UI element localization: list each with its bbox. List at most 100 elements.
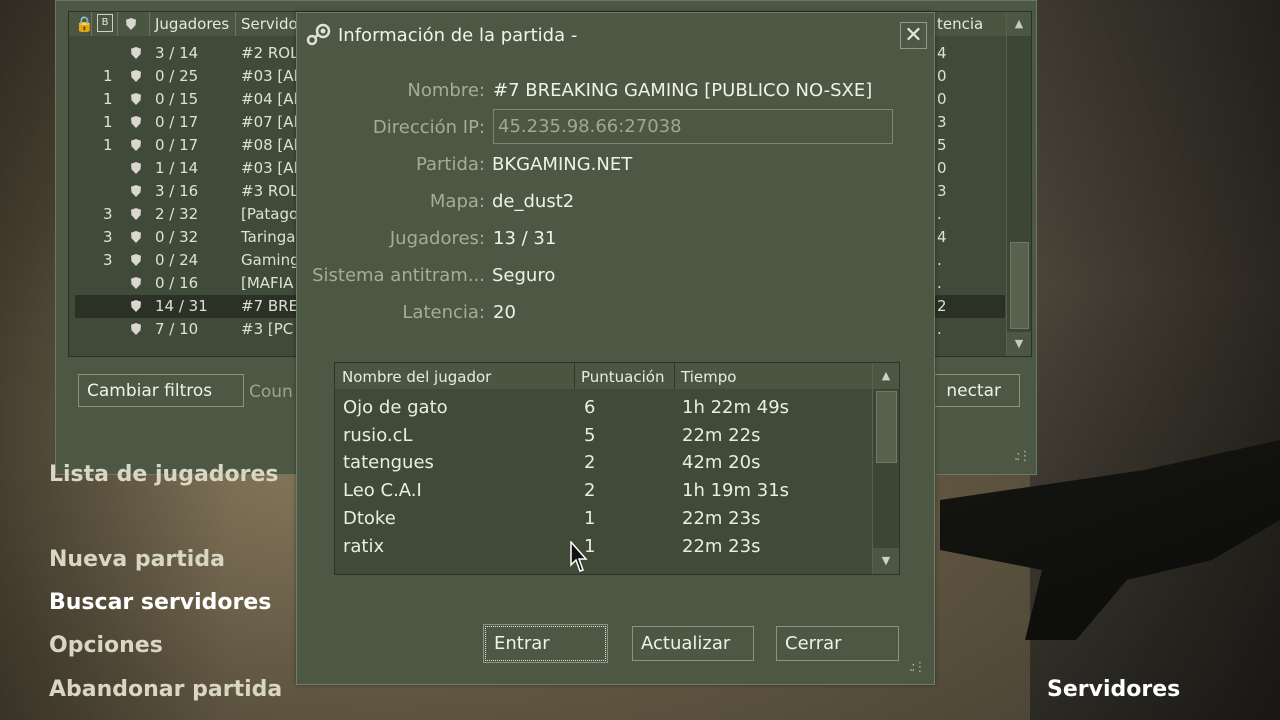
player-row[interactable]: tatengues 2 42m 20s	[335, 448, 873, 476]
server-name: #07 [Al	[241, 113, 298, 131]
scroll-down-arrow-icon[interactable]: ▼	[873, 548, 899, 574]
bots-count: 3	[103, 205, 113, 223]
anticheat-label: Sistema antitram...	[312, 265, 485, 286]
menu-leave-game[interactable]: Abandonar partida	[49, 677, 282, 702]
scroll-thumb[interactable]	[1010, 242, 1029, 329]
game-info-dialog: Información de la partida - ✕ Nombre: #7…	[296, 12, 935, 685]
player-time: 22m 22s	[682, 424, 761, 446]
servers-label: Servidores	[1047, 677, 1181, 702]
player-name-column-header[interactable]: Nombre del jugador	[342, 368, 491, 386]
secure-shield-icon	[131, 47, 141, 59]
ip-address-label: Dirección IP:	[372, 117, 485, 138]
players-value: 13 / 31	[493, 228, 557, 249]
players-count: 0 / 16	[155, 274, 199, 292]
server-list-scrollbar[interactable]: ▲ ▼	[1006, 12, 1031, 356]
latency-column-header[interactable]: tencia	[937, 15, 983, 33]
scroll-down-arrow-icon[interactable]: ▼	[1007, 332, 1031, 356]
player-row[interactable]: rusio.cL 5 22m 22s	[335, 421, 873, 449]
server-name: #3 ROL	[241, 182, 299, 200]
menu-find-servers[interactable]: Buscar servidores	[49, 590, 271, 615]
secure-shield-icon	[131, 162, 141, 174]
player-list-header: Nombre del jugador Puntuación Tiempo	[335, 363, 873, 389]
refresh-button[interactable]: Actualizar	[632, 626, 754, 661]
server-name: [Patago	[241, 205, 299, 223]
server-name: #04 [Al	[241, 90, 298, 108]
bots-count: 1	[103, 113, 113, 131]
player-row[interactable]: Dtoke 1 22m 23s	[335, 504, 873, 532]
players-count: 2 / 32	[155, 205, 199, 223]
player-row[interactable]: ratix 1 22m 23s	[335, 532, 873, 560]
map-label: Mapa:	[429, 191, 485, 212]
bots-count: 1	[103, 136, 113, 154]
bots-count: 3	[103, 228, 113, 246]
server-name: #03 [Al	[241, 67, 298, 85]
resize-grip-icon[interactable]: .:⋮	[1014, 449, 1031, 464]
secure-shield-icon	[131, 70, 141, 82]
player-list-scrollbar[interactable]: ▲ ▼	[872, 363, 899, 574]
mouse-cursor-icon	[570, 541, 588, 572]
latency-value: 20	[493, 302, 516, 323]
join-button[interactable]: Entrar	[483, 624, 608, 663]
players-count: 0 / 32	[155, 228, 199, 246]
time-column-header[interactable]: Tiempo	[681, 368, 736, 386]
players-label: Jugadores:	[389, 228, 485, 249]
player-time: 1h 22m 49s	[682, 397, 790, 418]
player-score: 5	[584, 424, 596, 446]
connect-button[interactable]: nectar	[924, 374, 1020, 407]
players-count: 0 / 25	[155, 67, 199, 85]
server-name: Gaming	[241, 251, 299, 269]
players-column-header[interactable]: Jugadores	[155, 15, 229, 33]
player-row[interactable]: Leo C.A.I 2 1h 19m 31s	[335, 476, 873, 504]
close-button[interactable]: Cerrar	[776, 626, 899, 661]
bots-column-icon[interactable]: B	[97, 14, 113, 32]
score-column-header[interactable]: Puntuación	[581, 368, 664, 386]
latency: 4	[937, 228, 947, 246]
change-filters-button[interactable]: Cambiar filtros	[78, 374, 244, 407]
player-name: Ojo de gato	[343, 397, 448, 418]
server-name: Taringa	[241, 228, 296, 246]
ip-address-field[interactable]: 45.235.98.66:27038	[493, 109, 893, 144]
player-time: 22m 23s	[682, 535, 761, 557]
latency: 5	[937, 136, 947, 154]
player-score: 6	[584, 397, 596, 418]
scroll-up-arrow-icon[interactable]: ▲	[873, 363, 899, 389]
secure-shield-icon	[131, 300, 141, 312]
anticheat-value: Seguro	[492, 265, 556, 286]
latency: .	[937, 251, 942, 269]
player-time: 42m 20s	[682, 452, 761, 474]
player-name: Dtoke	[343, 507, 396, 529]
players-count: 3 / 16	[155, 182, 199, 200]
menu-player-list[interactable]: Lista de jugadores	[49, 462, 279, 487]
latency: 3	[937, 182, 947, 200]
server-column-header[interactable]: Servidor	[241, 15, 304, 33]
latency: 2	[937, 297, 947, 315]
player-name: tatengues	[343, 452, 434, 474]
country-filter-label: Coun	[249, 382, 293, 402]
player-score: 2	[584, 480, 596, 502]
server-name: #08 [Al	[241, 136, 298, 154]
bots-count: 1	[103, 67, 113, 85]
latency: 0	[937, 159, 947, 177]
menu-options[interactable]: Opciones	[49, 633, 163, 658]
latency: 0	[937, 67, 947, 85]
player-name: rusio.cL	[343, 424, 413, 446]
resize-grip-icon[interactable]: .:⋮	[909, 660, 926, 675]
close-icon[interactable]: ✕	[900, 22, 927, 49]
player-name: Leo C.A.I	[343, 480, 422, 502]
secure-shield-icon	[131, 277, 141, 289]
player-row[interactable]: Ojo de gato 6 1h 22m 49s	[335, 393, 873, 421]
scroll-up-arrow-icon[interactable]: ▲	[1007, 12, 1031, 36]
secure-shield-icon	[131, 208, 141, 220]
player-time: 1h 19m 31s	[682, 480, 790, 502]
server-name: #03 [Al	[241, 159, 298, 177]
player-list: Nombre del jugador Puntuación Tiempo Ojo…	[334, 362, 900, 575]
menu-new-game[interactable]: Nueva partida	[49, 547, 225, 572]
bots-count: 3	[103, 251, 113, 269]
players-count: 0 / 17	[155, 113, 199, 131]
latency: 0	[937, 90, 947, 108]
bots-count: 1	[103, 90, 113, 108]
server-name-label: Nombre:	[407, 80, 485, 101]
secure-shield-icon	[131, 323, 141, 335]
secure-column-icon[interactable]	[126, 18, 136, 30]
scroll-thumb[interactable]	[876, 391, 897, 463]
